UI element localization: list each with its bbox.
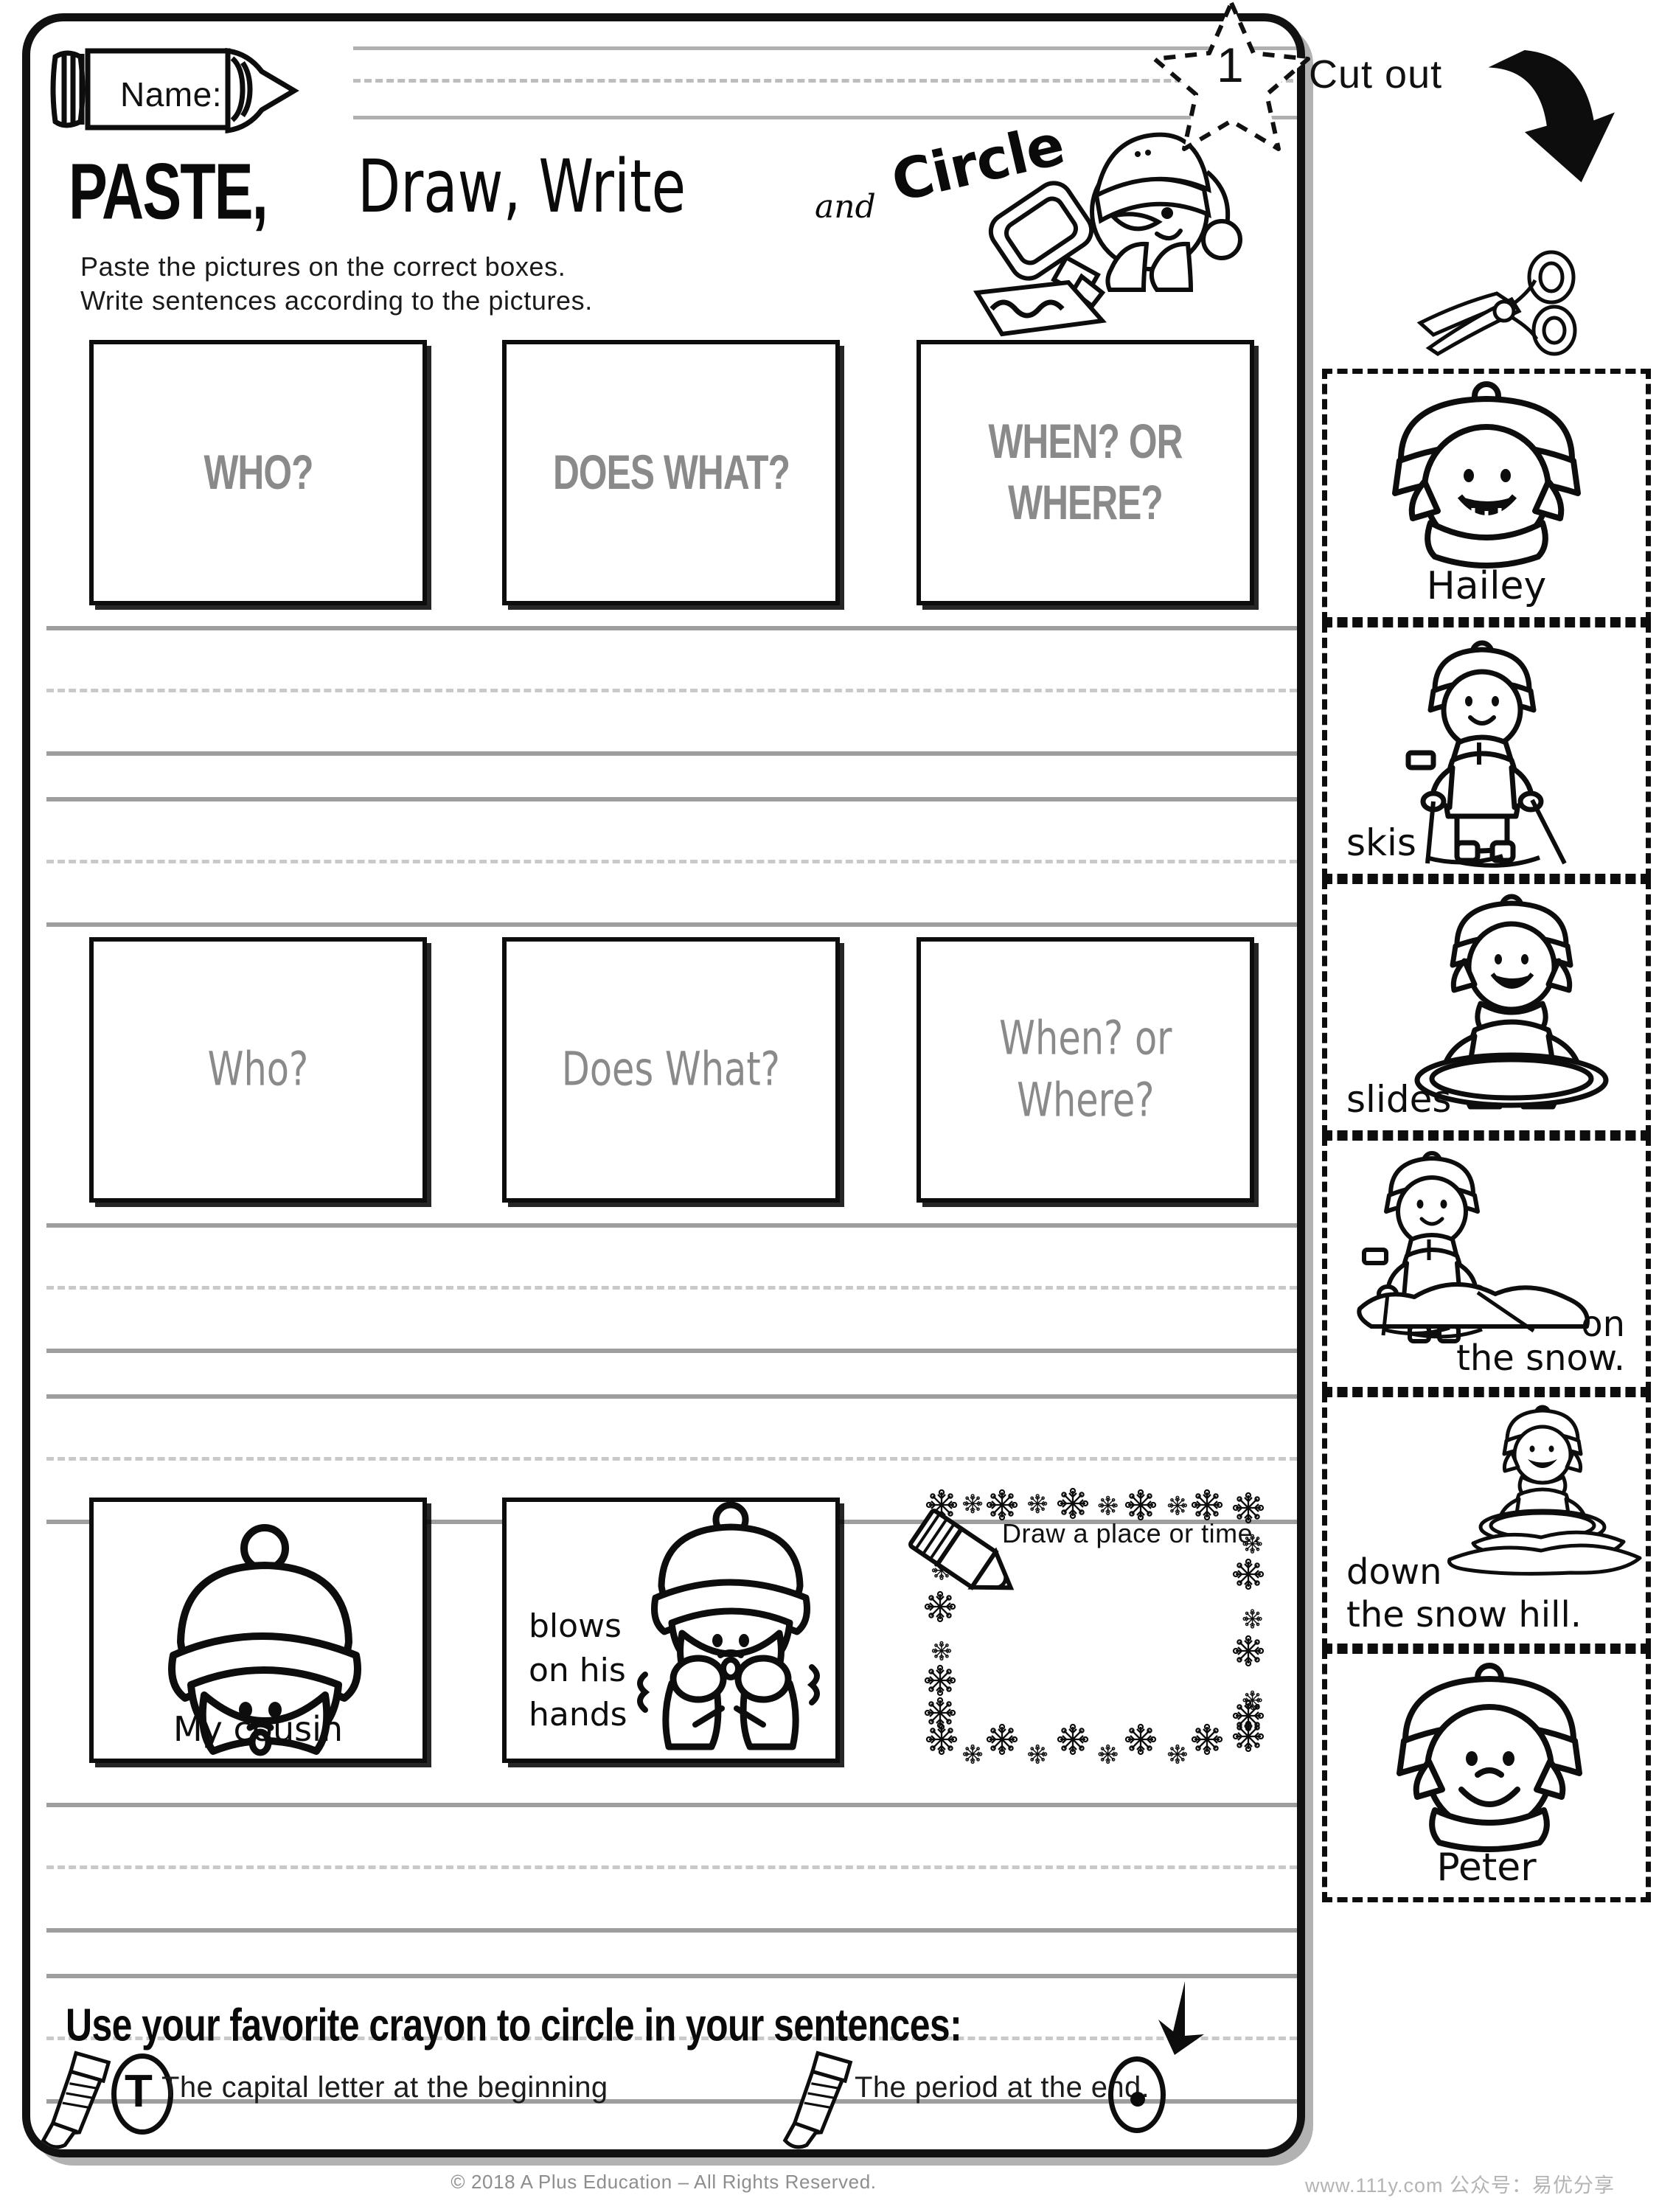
bottom-item-1: The capital letter at the beginning [161,2071,608,2104]
picture-box-my-cousin[interactable]: My cousin [89,1498,427,1763]
circled-letter: T [125,2066,153,2117]
cut-card-skis[interactable]: skis [1322,622,1651,879]
writing-line-top [46,1974,1297,1978]
writing-line-bottom [46,751,1297,756]
writing-line-top [46,797,1297,801]
category-box-does-what-lower[interactable]: Does What? [502,937,840,1203]
category-label-line2: Where? [1016,1074,1155,1128]
curved-arrow-icon [1488,49,1615,183]
picture-box-blows-on-his-hands[interactable]: blows on his hands [502,1498,840,1763]
writing-line-top [46,1223,1297,1228]
writing-line-top [46,1803,1297,1807]
bottom-title: Use your favorite crayon to circle in yo… [66,2000,962,2051]
category-box-who-caps[interactable]: WHO? [89,340,427,605]
category-label-line1: When? or [998,1012,1172,1066]
writing-line-top [46,626,1297,630]
boy-in-winter-hat-face-icon [1397,1663,1582,1852]
title-draw: Draw, Write [358,144,686,229]
worksheet-panel: Name: PASTE, Draw, Write and Circle Past… [22,13,1305,2157]
instruction-line-1: Paste the pictures on the correct boxes. [80,251,566,282]
writing-line-mid [46,689,1297,692]
category-label: Does What? [561,1043,781,1097]
copyright-notice: © 2018 A Plus Education – All Rights Res… [451,2171,877,2193]
picture-caption: My cousin [173,1708,344,1749]
girl-in-winter-hat-face-icon [1392,381,1581,568]
writing-line-mid [46,1286,1297,1290]
writing-line-bottom [46,922,1297,927]
name-pencil-icon: Name: [49,42,324,136]
draw-box-text: Draw a place or time. [1002,1518,1261,1548]
category-label: Who? [207,1043,309,1097]
down-arrow-icon [1158,1981,1204,2055]
page-title: PASTE, Draw, Write and Circle [69,111,1116,236]
draw-a-place-or-time-box[interactable]: Draw a place or time. [908,1480,1284,1767]
pencil-icon [41,2051,111,2149]
boy-skiing-on-snow-icon [1357,1151,1590,1343]
pencil-icon [782,2051,853,2149]
category-label: WHO? [203,445,313,500]
instruction-line-2: Write sentences according to the picture… [80,285,593,316]
writing-line-bottom [46,1928,1297,1933]
cut-card-peter[interactable]: Peter [1322,1649,1651,1902]
cut-card-caption: skis [1346,821,1416,864]
bottom-instruction-strip: Use your favorite crayon to circle in yo… [30,1981,1297,2149]
cut-card-caption-line2: the snow. [1456,1337,1625,1379]
cut-card-down-the-snow-hill[interactable]: down the snow hill. [1322,1392,1651,1649]
writing-line-top [46,1394,1297,1399]
category-label-line2: WHERE? [1008,476,1164,530]
page-number: 1 [1217,38,1244,92]
boy-skiing-icon [1405,640,1567,868]
picture-caption-line3: hands [529,1696,627,1733]
category-box-does-what-caps[interactable]: DOES WHAT? [502,340,840,605]
cut-card-caption-line1: down [1346,1551,1442,1593]
title-and: and [815,188,876,226]
cut-card-caption-line2: the snow hill. [1346,1593,1582,1635]
cut-card-slides[interactable]: slides [1322,879,1651,1135]
cut-card-hailey[interactable]: Hailey [1322,369,1651,622]
writing-line-mid [46,1457,1297,1461]
girl-sledding-down-hill-icon [1447,1405,1642,1576]
writing-line-bottom [46,1349,1297,1353]
cut-card-caption: slides [1346,1077,1452,1121]
title-paste: PASTE, [69,147,268,237]
boy-blowing-on-hands-icon [637,1502,820,1750]
picture-caption-line1: blows [529,1607,622,1645]
category-box-when-where-caps[interactable]: WHEN? OR WHERE? [917,340,1254,605]
picture-caption-line2: on his [529,1652,626,1689]
writing-line-mid [46,860,1297,863]
name-label: Name: [120,75,222,114]
bottom-item-2: The period at the end. [855,2071,1150,2104]
cut-card-on-the-snow[interactable]: on the snow. [1322,1135,1651,1392]
category-label: DOES WHAT? [552,445,790,500]
cut-out-title: Cut out [1309,52,1443,97]
writing-line-mid [46,1865,1297,1869]
period-dot [1130,2092,1145,2107]
scissors-icon [1416,250,1577,356]
worksheet-page: Name: PASTE, Draw, Write and Circle Past… [0,0,1659,2212]
watermark: www.111y.com 公众号：易优分享 [1305,2174,1615,2197]
category-box-who-lower[interactable]: Who? [89,937,427,1203]
cut-card-caption: Hailey [1426,564,1547,609]
category-label-line1: WHEN? OR [988,414,1183,469]
category-box-when-where-lower[interactable]: When? or Where? [917,937,1254,1203]
cut-card-caption: Peter [1436,1846,1537,1891]
